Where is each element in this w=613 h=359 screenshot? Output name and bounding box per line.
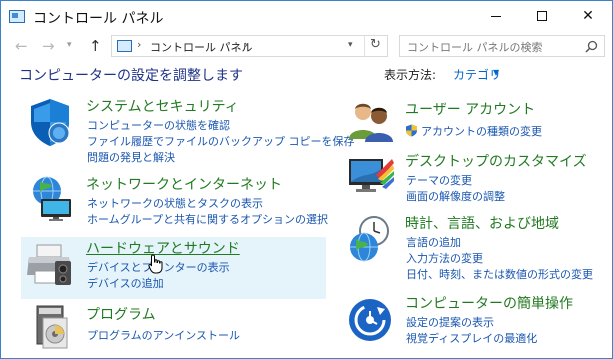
link-uninstall-program[interactable]: プログラムのアンインストール	[87, 327, 240, 343]
hardware-sound-printer-icon[interactable]	[25, 239, 75, 289]
link-adjust-resolution[interactable]: 画面の解像度の調整	[406, 188, 505, 204]
recent-locations-chevron-icon[interactable]: ▾	[67, 40, 72, 50]
link-add-language[interactable]: 言語の追加	[406, 234, 461, 250]
system-security-shield-icon[interactable]	[25, 96, 75, 148]
minimize-button[interactable]	[473, 1, 519, 31]
link-homegroup-sharing[interactable]: ホームグループと共有に関するオプションの選択	[87, 211, 328, 227]
control-panel-window: コントロール パネル ✕ ← → ▾ ↑ › コントロール パネル › ▾ ↻ …	[0, 0, 613, 359]
search-icon	[585, 40, 598, 53]
window-title: コントロール パネル	[33, 11, 164, 27]
control-panel-icon	[9, 10, 25, 23]
link-find-fix-problems[interactable]: 問題の発見と解決	[87, 149, 175, 165]
search-input[interactable]: コントロール パネルの検索	[399, 35, 605, 57]
hand-pointer-cursor-icon	[148, 254, 163, 274]
category-programs[interactable]: プログラム	[86, 304, 156, 324]
link-add-device[interactable]: デバイスの追加	[87, 275, 164, 291]
title-bar: コントロール パネル ✕	[1, 1, 612, 32]
category-clock-language-region[interactable]: 時計、言語、および地域	[405, 213, 559, 233]
maximize-button[interactable]	[519, 1, 565, 31]
link-change-date-time-format[interactable]: 日付、時刻、または数値の形式の変更	[406, 266, 593, 282]
minimize-icon	[491, 15, 501, 17]
personalization-monitor-icon[interactable]	[346, 153, 396, 199]
forward-arrow-icon[interactable]: →	[42, 37, 55, 55]
uac-shield-icon	[406, 124, 417, 137]
address-divider	[364, 36, 365, 56]
link-check-computer-status[interactable]: コンピューターの状態を確認	[87, 117, 230, 133]
link-optimize-visual-display[interactable]: 視覚ディスプレイの最適化	[406, 330, 537, 346]
address-history-chevron-icon[interactable]: ▾	[348, 40, 353, 50]
maximize-icon	[537, 11, 547, 21]
network-internet-globe-icon[interactable]	[27, 173, 75, 221]
link-change-theme[interactable]: テーマの変更	[406, 172, 472, 188]
category-ease-of-access[interactable]: コンピューターの簡単操作	[405, 293, 573, 313]
navigation-bar: ← → ▾ ↑ › コントロール パネル › ▾ ↻ コントロール パネルの検索	[1, 32, 612, 61]
clock-language-region-icon[interactable]	[346, 213, 394, 265]
category-appearance-personalization[interactable]: デスクトップのカスタマイズ	[405, 151, 587, 171]
view-by-chevron-icon[interactable]: ▼	[493, 68, 499, 77]
ease-of-access-icon[interactable]	[347, 297, 393, 343]
close-button[interactable]: ✕	[565, 1, 611, 31]
breadcrumb-control-panel[interactable]: コントロール パネル	[150, 39, 253, 55]
back-arrow-icon[interactable]: ←	[15, 37, 28, 55]
programs-icon[interactable]	[29, 304, 75, 352]
link-settings-suggestions[interactable]: 設定の提案の表示	[406, 314, 494, 330]
close-icon: ✕	[582, 8, 594, 24]
link-network-status-tasks[interactable]: ネットワークの状態とタスクの表示	[87, 195, 263, 211]
category-user-accounts[interactable]: ユーザー アカウント	[405, 99, 535, 119]
control-panel-icon	[117, 40, 132, 52]
view-by-label: 表示方法:	[384, 68, 437, 82]
up-arrow-icon[interactable]: ↑	[89, 37, 102, 55]
page-heading: コンピューターの設定を調整します	[19, 68, 243, 84]
breadcrumb-chevron-icon[interactable]: ›	[244, 38, 248, 51]
refresh-icon[interactable]: ↻	[370, 37, 381, 52]
address-bar[interactable]: › コントロール パネル › ▾ ↻	[111, 35, 388, 57]
user-accounts-icon[interactable]	[346, 99, 394, 143]
category-system-security[interactable]: システムとセキュリティ	[86, 96, 239, 116]
link-change-account-type[interactable]: アカウントの種類の変更	[421, 123, 542, 139]
category-network-internet[interactable]: ネットワークとインターネット	[86, 174, 282, 194]
link-change-input-method[interactable]: 入力方法の変更	[406, 250, 483, 266]
search-placeholder: コントロール パネルの検索	[407, 41, 543, 54]
breadcrumb-chevron-icon[interactable]: ›	[137, 38, 141, 51]
link-file-history-backup[interactable]: ファイル履歴でファイルのバックアップ コピーを保存	[87, 133, 355, 149]
